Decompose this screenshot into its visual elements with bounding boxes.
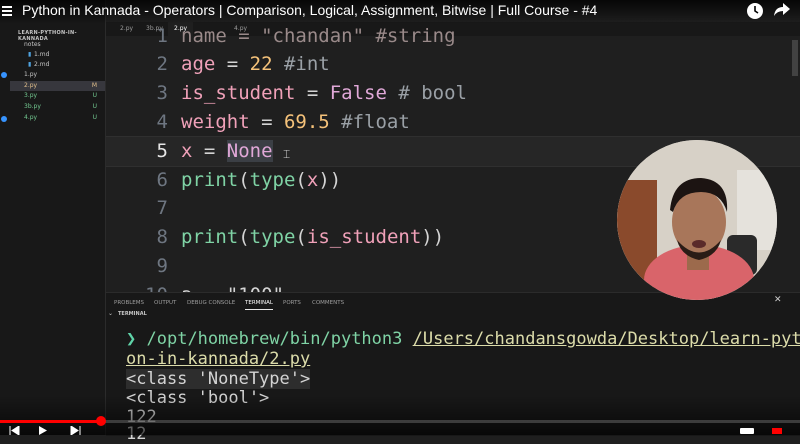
code-line: a = "100" xyxy=(181,281,284,292)
badge-icon xyxy=(1,116,7,122)
presenter-image xyxy=(617,140,777,300)
sidebar-item-3bpy[interactable]: 3b.py U xyxy=(10,102,105,112)
play-icon[interactable] xyxy=(38,426,48,435)
captions-icon[interactable] xyxy=(740,428,754,434)
tab-2py[interactable]: 2.py xyxy=(114,22,139,36)
line-number: 5 xyxy=(156,140,168,162)
tab-terminal[interactable]: TERMINAL xyxy=(245,297,273,310)
markdown-icon: ▮ xyxy=(28,51,32,58)
tab-ports[interactable]: PORTS xyxy=(283,297,301,309)
terminal-line: on-in-kannada/2.py xyxy=(126,349,311,369)
git-status-badge: U xyxy=(92,92,97,99)
line-number: 2 xyxy=(156,53,168,75)
tab-comments[interactable]: COMMENTS xyxy=(312,297,344,309)
sidebar-item-2md[interactable]: ▮ 2.md xyxy=(10,60,105,70)
tab-output[interactable]: OUTPUT xyxy=(154,297,176,309)
chevron-down-icon[interactable]: ⌄ xyxy=(108,310,113,317)
terminal-line: <class 'NoneType'> xyxy=(126,369,311,389)
editor-scrollbar[interactable] xyxy=(792,40,798,76)
sidebar-item-label: 4.py xyxy=(24,114,38,121)
presenter-webcam xyxy=(617,140,777,300)
markdown-icon: ▮ xyxy=(28,61,32,68)
git-status-badge: M xyxy=(91,82,97,89)
share-icon[interactable] xyxy=(773,2,791,22)
tab-debug-console[interactable]: DEBUG CONSOLE xyxy=(187,297,235,309)
badge-icon xyxy=(1,72,7,78)
sidebar-item-label: 2.md xyxy=(34,61,50,68)
terminal-section-title: TERMINAL xyxy=(118,311,147,317)
line-number: 3 xyxy=(156,82,168,104)
line-number: 4 xyxy=(156,111,168,133)
tab-problems[interactable]: PROBLEMS xyxy=(114,297,144,309)
sidebar-item-label: 2.py xyxy=(24,82,38,89)
code-line: is_student = False # bool xyxy=(181,82,467,104)
code-line: print(type(is_student)) xyxy=(181,226,445,248)
line-number: 1 xyxy=(156,25,168,47)
code-line: print(type(x)) xyxy=(181,169,342,191)
line-number: 8 xyxy=(156,226,168,248)
sidebar-item-label: notes xyxy=(24,41,41,48)
sidebar-item-4py[interactable]: 4.py U xyxy=(10,113,105,123)
sidebar-item-2py[interactable]: 2.py M xyxy=(10,81,105,91)
sidebar-item-1md[interactable]: ▮ 1.md xyxy=(10,50,105,60)
next-icon[interactable] xyxy=(70,426,82,435)
playlist-menu-icon[interactable] xyxy=(2,6,12,16)
player-controls xyxy=(0,426,800,435)
sidebar-item-label: 1.py xyxy=(24,71,38,78)
video-title-bar: Python in Kannada - Operators | Comparis… xyxy=(0,0,800,24)
line-number: 10 xyxy=(140,281,168,292)
progress-played xyxy=(0,420,101,423)
text-cursor-icon: ⌶ xyxy=(283,147,291,161)
terminal-line: ❯ /opt/homebrew/bin/python3 /Users/chand… xyxy=(126,329,800,349)
watch-later-icon[interactable] xyxy=(747,3,763,19)
video-progress-bar[interactable] xyxy=(0,416,800,426)
line-number: 6 xyxy=(156,169,168,191)
code-line: age = 22 #int xyxy=(181,53,330,75)
code-line: weight = 69.5 #float xyxy=(181,111,410,133)
close-icon[interactable]: ✕ xyxy=(774,295,782,305)
explorer-sidebar: LEARN-PYTHON-IN-KANNADA notes ▮ 1.md ▮ 2… xyxy=(10,0,106,435)
sidebar-item-label: 1.md xyxy=(34,51,50,58)
line-number: 9 xyxy=(156,255,168,277)
sidebar-item-notes[interactable]: notes xyxy=(10,40,105,50)
sidebar-item-label: 3.py xyxy=(24,92,38,99)
previous-icon[interactable] xyxy=(8,426,20,435)
line-number: 7 xyxy=(156,197,168,219)
progress-scrubber-handle[interactable] xyxy=(95,416,106,426)
code-line: x = None xyxy=(181,140,273,162)
sidebar-item-label: 3b.py xyxy=(24,103,41,110)
sidebar-item-3py[interactable]: 3.py U xyxy=(10,91,105,101)
git-status-badge: U xyxy=(92,103,97,110)
code-line: name = "chandan" #string xyxy=(181,25,456,47)
sidebar-item-1py[interactable]: 1.py xyxy=(10,70,105,80)
youtube-logo-icon[interactable] xyxy=(772,428,782,434)
video-title[interactable]: Python in Kannada - Operators | Comparis… xyxy=(22,2,597,18)
git-status-badge: U xyxy=(92,114,97,121)
